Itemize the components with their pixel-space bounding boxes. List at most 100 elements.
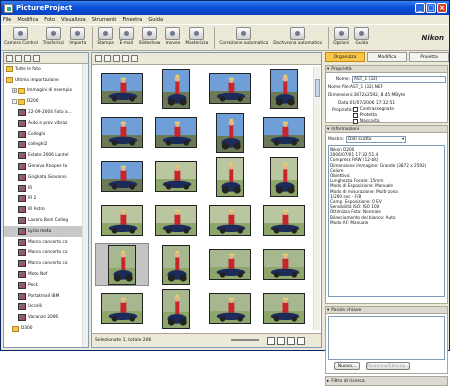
list-view-icon[interactable] xyxy=(277,337,285,345)
thumbnail[interactable] xyxy=(203,287,257,330)
scroll-thumb[interactable] xyxy=(315,79,320,97)
forward-icon[interactable] xyxy=(15,54,22,62)
keywords-header[interactable]: ▾ Parole chiave xyxy=(326,307,447,314)
toolbar-button[interactable]: Correzione automatica xyxy=(219,27,268,46)
toolbar-button[interactable]: Masterizza xyxy=(185,27,208,46)
info-text-box[interactable]: Nikon D200 2006/07/01 17:32:51.4 Compress … xyxy=(328,145,445,297)
folder-item[interactable]: Portatmail IBM xyxy=(4,291,88,302)
mark-icon[interactable] xyxy=(113,55,120,62)
title-bar[interactable]: PictureProject _ □ × xyxy=(1,1,449,15)
folder-item[interactable]: Genova Knopes to xyxy=(4,161,88,172)
folder-item[interactable]: Marco concerto ca xyxy=(4,248,88,259)
thumbnail[interactable] xyxy=(95,199,149,242)
thumbnail[interactable] xyxy=(149,111,203,154)
property-checkbox-row[interactable]: Nascosta xyxy=(352,118,394,125)
folder-item[interactable]: - D200 xyxy=(4,96,88,107)
toolbar-button[interactable]: Slideshow xyxy=(139,27,160,46)
folder-item[interactable]: IR xyxy=(4,183,88,194)
folder-item[interactable]: Marco concerto ca xyxy=(4,237,88,248)
toolbar-button[interactable]: Opzioni xyxy=(333,27,349,46)
toolbar-button[interactable]: E-mail xyxy=(118,27,134,46)
folder-item[interactable]: Moto Nef xyxy=(4,269,88,280)
thumbnail[interactable] xyxy=(95,111,149,154)
folder-item[interactable]: D300 xyxy=(4,323,88,334)
new-folder-icon[interactable] xyxy=(24,54,31,62)
toolbar-button[interactable]: Camera Control xyxy=(4,27,38,46)
thumbnail[interactable] xyxy=(257,111,311,154)
folder-scrollbar[interactable] xyxy=(82,64,88,347)
folder-item[interactable]: Auto e prov vibraz xyxy=(4,118,88,129)
thumbnail[interactable] xyxy=(203,111,257,154)
thumbnail[interactable] xyxy=(257,243,311,286)
keywords-list[interactable] xyxy=(328,316,445,360)
preview-view-icon[interactable] xyxy=(287,337,295,345)
tab-proietta[interactable]: Proietta xyxy=(409,52,449,62)
menu-item[interactable]: Guida xyxy=(148,17,163,23)
thumbnail[interactable] xyxy=(149,67,203,110)
thumbnail[interactable] xyxy=(257,287,311,330)
thumbnail[interactable] xyxy=(203,155,257,198)
checkbox[interactable] xyxy=(352,118,358,124)
menu-item[interactable]: Modifica xyxy=(17,17,38,23)
grid-view-icon[interactable] xyxy=(267,337,275,345)
folder-item[interactable]: Grigliata Giovanni xyxy=(4,172,88,183)
close-button[interactable]: × xyxy=(437,3,447,13)
rotate-right-icon[interactable] xyxy=(104,55,111,62)
toolbar-button[interactable]: Stampa xyxy=(97,27,114,46)
toolbar-button[interactable]: Guida xyxy=(354,27,370,46)
folder-item[interactable]: Marco concerto ca xyxy=(4,258,88,269)
folder-item[interactable]: colleghi2 xyxy=(4,140,88,151)
folder-item[interactable]: Uccelli xyxy=(4,302,88,313)
menu-item[interactable]: Foto xyxy=(44,17,55,23)
folder-item[interactable]: 22-09-2004 Foto a... xyxy=(4,107,88,118)
menu-item[interactable]: Visualizza xyxy=(61,17,86,23)
thumbnail-scrollbar[interactable] xyxy=(313,67,320,330)
toolbar-button[interactable]: Importa xyxy=(69,27,86,46)
thumbnail[interactable] xyxy=(95,287,149,330)
thumbnail[interactable] xyxy=(257,155,311,198)
folder-item[interactable]: Lycia moto xyxy=(4,225,88,237)
folder-item[interactable]: Tutte le foto xyxy=(4,64,88,75)
zoom-slider[interactable] xyxy=(231,339,259,341)
folder-item[interactable]: Peck xyxy=(4,280,88,291)
menu-item[interactable]: File xyxy=(3,17,11,23)
folder-item[interactable]: + Immagini di esempio xyxy=(4,86,88,97)
collapse-icon[interactable]: - xyxy=(12,99,17,105)
folder-item[interactable]: Vacanze 2006 xyxy=(4,312,88,323)
thumbnail[interactable] xyxy=(95,67,149,110)
thumbnail[interactable] xyxy=(257,67,311,110)
folder-item[interactable]: IR Astro xyxy=(4,204,88,215)
thumbnail[interactable] xyxy=(203,67,257,110)
toolbar-button[interactable]: Trasferisci xyxy=(43,27,64,46)
menu-item[interactable]: Finestra xyxy=(123,17,143,23)
thumbnail[interactable] xyxy=(203,199,257,242)
property-checkbox-row[interactable]: Contrassegnata xyxy=(352,107,394,113)
thumbnail[interactable] xyxy=(203,243,257,286)
full-view-icon[interactable] xyxy=(297,337,305,345)
thumbnail[interactable] xyxy=(149,155,203,198)
tab-modifica[interactable]: Modifica xyxy=(367,52,407,62)
folder-item[interactable]: Lavoro Boni Colleg xyxy=(4,215,88,226)
minimize-button[interactable]: _ xyxy=(415,3,425,13)
folder-item[interactable]: Ultima importazione xyxy=(4,75,88,86)
filter-header[interactable]: ▸ Filtro di ricerca xyxy=(326,377,447,385)
name-field[interactable]: AST_1 (32) xyxy=(352,75,446,83)
new-keyword-button[interactable]: Nuova... xyxy=(334,362,360,370)
rotate-left-icon[interactable] xyxy=(95,55,102,62)
thumbnail[interactable] xyxy=(149,243,203,286)
thumbnail[interactable] xyxy=(149,287,203,330)
info-header[interactable]: ▾ Informazioni xyxy=(326,126,447,133)
protect-icon[interactable] xyxy=(122,55,129,62)
menu-item[interactable]: Strumenti xyxy=(92,17,117,23)
checkbox[interactable] xyxy=(352,113,358,119)
rename-keyword-button[interactable]: Rinomina/Elimina... xyxy=(366,362,410,370)
thumbnail[interactable] xyxy=(257,199,311,242)
back-icon[interactable] xyxy=(6,54,13,62)
delete-folder-icon[interactable] xyxy=(33,54,40,62)
thumbnail[interactable] xyxy=(95,243,149,286)
hide-icon[interactable] xyxy=(131,55,138,62)
tab-organizza[interactable]: Organizza xyxy=(325,52,365,62)
checkbox[interactable] xyxy=(352,107,358,113)
expand-icon[interactable]: + xyxy=(12,88,17,94)
show-dropdown[interactable]: Dati scatto ▾ xyxy=(346,135,407,143)
